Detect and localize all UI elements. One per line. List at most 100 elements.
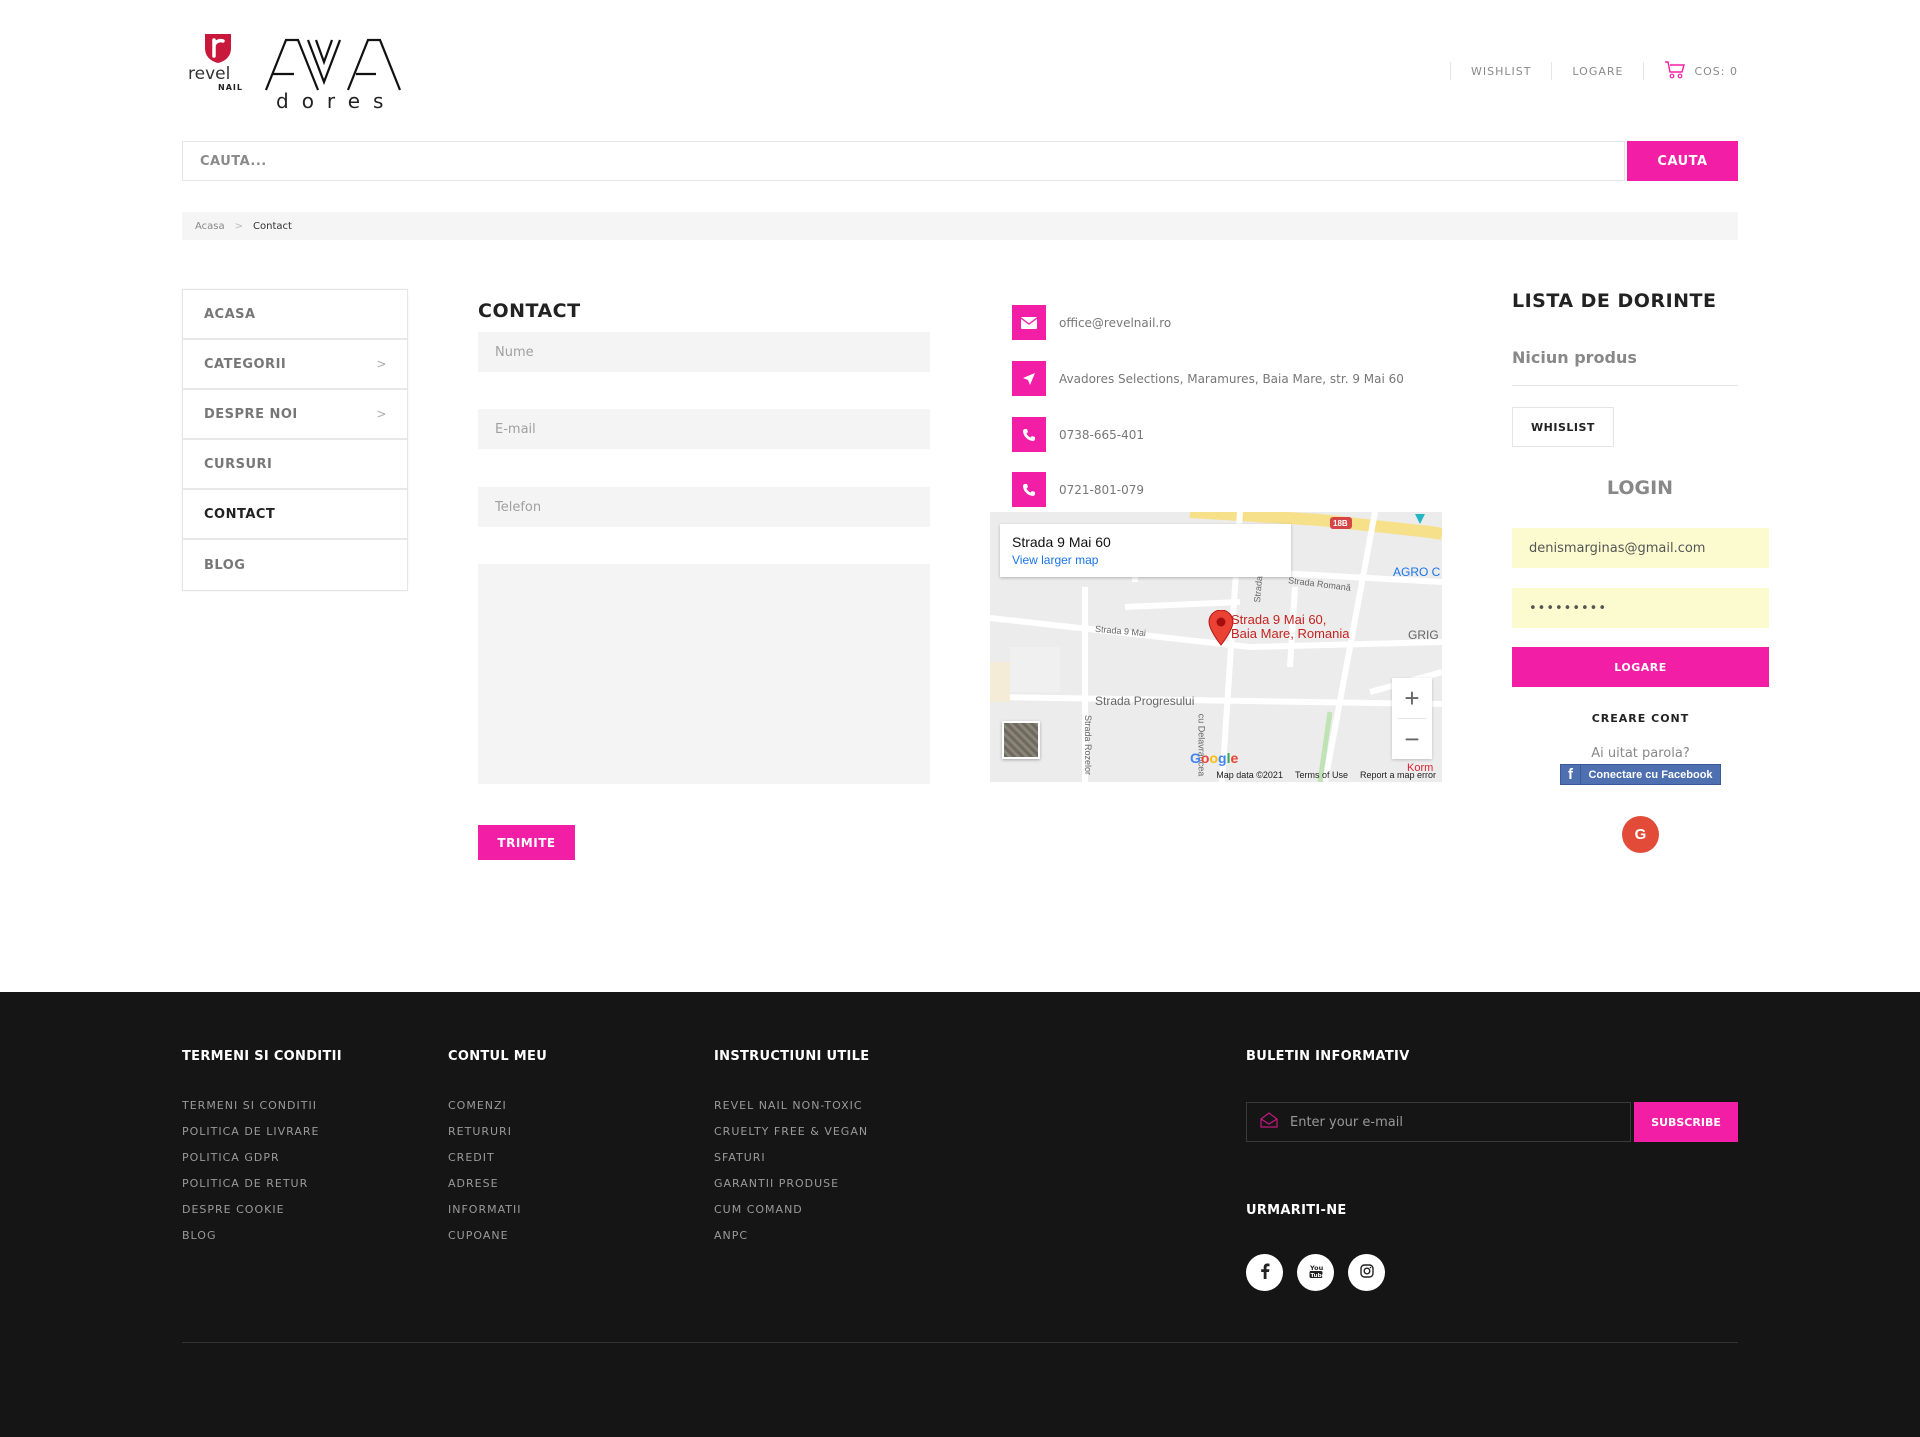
view-larger-map-link[interactable]: View larger map: [1012, 553, 1279, 567]
instagram-social-link[interactable]: [1348, 1254, 1385, 1291]
search-button[interactable]: CAUTA: [1627, 141, 1738, 181]
footer-column-title: CONTUL MEU: [448, 1049, 548, 1064]
location-arrow-icon: [1012, 361, 1046, 396]
instagram-icon: [1359, 1263, 1374, 1282]
footer-column-instructions: INSTRUCTIUNI UTILE REVEL NAIL NON-TOXIC …: [714, 1049, 869, 1255]
message-field[interactable]: [478, 564, 930, 784]
footer-link[interactable]: BLOG: [182, 1229, 342, 1255]
forgot-password-link[interactable]: Ai uitat parola?: [1512, 746, 1769, 761]
map-place-title: Strada 9 Mai 60: [1012, 534, 1111, 550]
sidebar-item-acasa[interactable]: ACASA: [183, 290, 407, 340]
contact-email[interactable]: office@revelnail.ro: [1059, 316, 1171, 330]
avadores-logo[interactable]: dores: [264, 36, 406, 113]
footer-link[interactable]: CUM COMAND: [714, 1203, 869, 1229]
email-field[interactable]: [478, 409, 930, 449]
google-logo: Google: [1190, 750, 1239, 766]
sidebar-item-label: CONTACT: [204, 506, 276, 522]
contact-phone-row: 0721-801-079: [1012, 472, 1144, 507]
newsletter-email-input[interactable]: [1290, 1114, 1610, 1130]
sidebar-item-categorii[interactable]: CATEGORII >: [183, 340, 407, 390]
name-field[interactable]: [478, 332, 930, 372]
map-place-label: GRIG: [1408, 628, 1439, 642]
wishlist-empty-text: Niciun produs: [1512, 348, 1637, 367]
sidebar-item-despre-noi[interactable]: DESPRE NOI >: [183, 390, 407, 440]
facebook-login-button[interactable]: f Conectare cu Facebook: [1560, 764, 1721, 785]
google-map[interactable]: Strada 9 Mai 60 View larger map 18B AGRO…: [990, 512, 1442, 782]
footer-link[interactable]: GARANTII PRODUSE: [714, 1177, 869, 1203]
footer-link[interactable]: ANPC: [714, 1229, 869, 1255]
footer-link[interactable]: CUPOANE: [448, 1229, 547, 1255]
login-link[interactable]: LOGARE: [1572, 65, 1623, 78]
divider: [1551, 62, 1553, 80]
google-login-button[interactable]: G: [1622, 816, 1659, 853]
follow-title-wrap: URMARITI-NE: [1246, 1203, 1347, 1218]
wishlist-button[interactable]: WHISLIST: [1512, 407, 1614, 447]
zoom-in-button[interactable]: +: [1392, 678, 1432, 718]
pin-label-line: Baia Mare, Romania: [1231, 626, 1350, 641]
footer-link[interactable]: REVEL NAIL NON-TOXIC: [714, 1099, 869, 1125]
contact-email-row: office@revelnail.ro: [1012, 305, 1171, 340]
revel-nail-logo[interactable]: revel NAIL: [188, 32, 250, 92]
sidebar-item-label: BLOG: [204, 557, 246, 573]
footer-link[interactable]: CREDIT: [448, 1151, 547, 1177]
wishlist-title: LISTA DE DORINTE: [1512, 290, 1717, 312]
login-button[interactable]: LOGARE: [1512, 647, 1769, 687]
footer-link[interactable]: RETURURI: [448, 1125, 547, 1151]
footer-link[interactable]: POLITICA DE RETUR: [182, 1177, 342, 1203]
social-links: YouTube: [1246, 1254, 1385, 1291]
report-map-error-link[interactable]: Report a map error: [1360, 770, 1436, 780]
footer-column-terms: TERMENI SI CONDITII TERMENI SI CONDITII …: [182, 1049, 342, 1255]
contact-phone-1[interactable]: 0738-665-401: [1059, 428, 1144, 442]
create-account-link[interactable]: CREARE CONT: [1512, 712, 1769, 725]
contact-title: CONTACT: [478, 300, 581, 322]
subscribe-button[interactable]: SUBSCRIBE: [1634, 1102, 1738, 1142]
newsletter-title-wrap: BULETIN INFORMATIV: [1246, 1049, 1410, 1064]
footer-link[interactable]: DESPRE COOKIE: [182, 1203, 342, 1229]
newsletter-input-wrap: [1246, 1102, 1631, 1142]
search-input[interactable]: [182, 141, 1625, 181]
youtube-social-link[interactable]: YouTube: [1297, 1254, 1334, 1291]
follow-title: URMARITI-NE: [1246, 1203, 1347, 1218]
wishlist-link[interactable]: WISHLIST: [1471, 65, 1531, 78]
footer-link[interactable]: ADRESE: [448, 1177, 547, 1203]
sidebar-item-cursuri[interactable]: CURSURI: [183, 440, 407, 490]
contact-phone-2[interactable]: 0721-801-079: [1059, 483, 1144, 497]
svg-text:NAIL: NAIL: [218, 83, 243, 92]
street-label: Strada Rozelor: [1083, 714, 1094, 776]
footer-link[interactable]: TERMENI SI CONDITII: [182, 1099, 342, 1125]
sidebar-item-blog[interactable]: BLOG: [183, 540, 407, 590]
login-email-field[interactable]: [1512, 528, 1769, 568]
footer-link[interactable]: SFATURI: [714, 1151, 869, 1177]
svg-text:Tube: Tube: [1310, 1273, 1323, 1279]
footer-link[interactable]: POLITICA GDPR: [182, 1151, 342, 1177]
breadcrumb: Acasa > Contact: [182, 212, 1738, 240]
sidebar-item-label: DESPRE NOI: [204, 406, 298, 422]
footer-link[interactable]: POLITICA DE LIVRARE: [182, 1125, 342, 1151]
sidebar-item-label: ACASA: [204, 306, 256, 322]
footer-link[interactable]: COMENZI: [448, 1099, 547, 1125]
breadcrumb-current: Contact: [253, 220, 292, 232]
phone-field[interactable]: [478, 487, 930, 527]
breadcrumb-separator-icon: >: [234, 220, 244, 232]
cart-count: COS: 0: [1694, 64, 1738, 78]
phone-icon: [1012, 472, 1046, 507]
satellite-toggle[interactable]: [1002, 721, 1040, 759]
footer-divider: [182, 1342, 1738, 1343]
cart-icon: [1664, 60, 1686, 83]
footer-column-title: INSTRUCTIUNI UTILE: [714, 1049, 870, 1064]
login-password-field[interactable]: [1512, 588, 1769, 628]
zoom-out-button[interactable]: −: [1392, 719, 1432, 759]
cart-link[interactable]: COS: 0: [1664, 60, 1738, 83]
phone-icon: [1012, 417, 1046, 452]
send-button[interactable]: TRIMITE: [478, 825, 575, 860]
sidebar-item-contact[interactable]: CONTACT: [183, 490, 407, 540]
svg-text:dores: dores: [276, 89, 396, 110]
footer-link[interactable]: CRUELTY FREE & VEGAN: [714, 1125, 869, 1151]
facebook-social-link[interactable]: [1246, 1254, 1283, 1291]
terms-of-use-link[interactable]: Terms of Use: [1295, 770, 1348, 780]
footer-link[interactable]: INFORMATII: [448, 1203, 547, 1229]
street-label: cu Delavrancea: [1196, 713, 1207, 777]
envelope-open-icon: [1260, 1112, 1278, 1132]
svg-text:You: You: [1309, 1264, 1323, 1272]
breadcrumb-home[interactable]: Acasa: [195, 221, 225, 232]
